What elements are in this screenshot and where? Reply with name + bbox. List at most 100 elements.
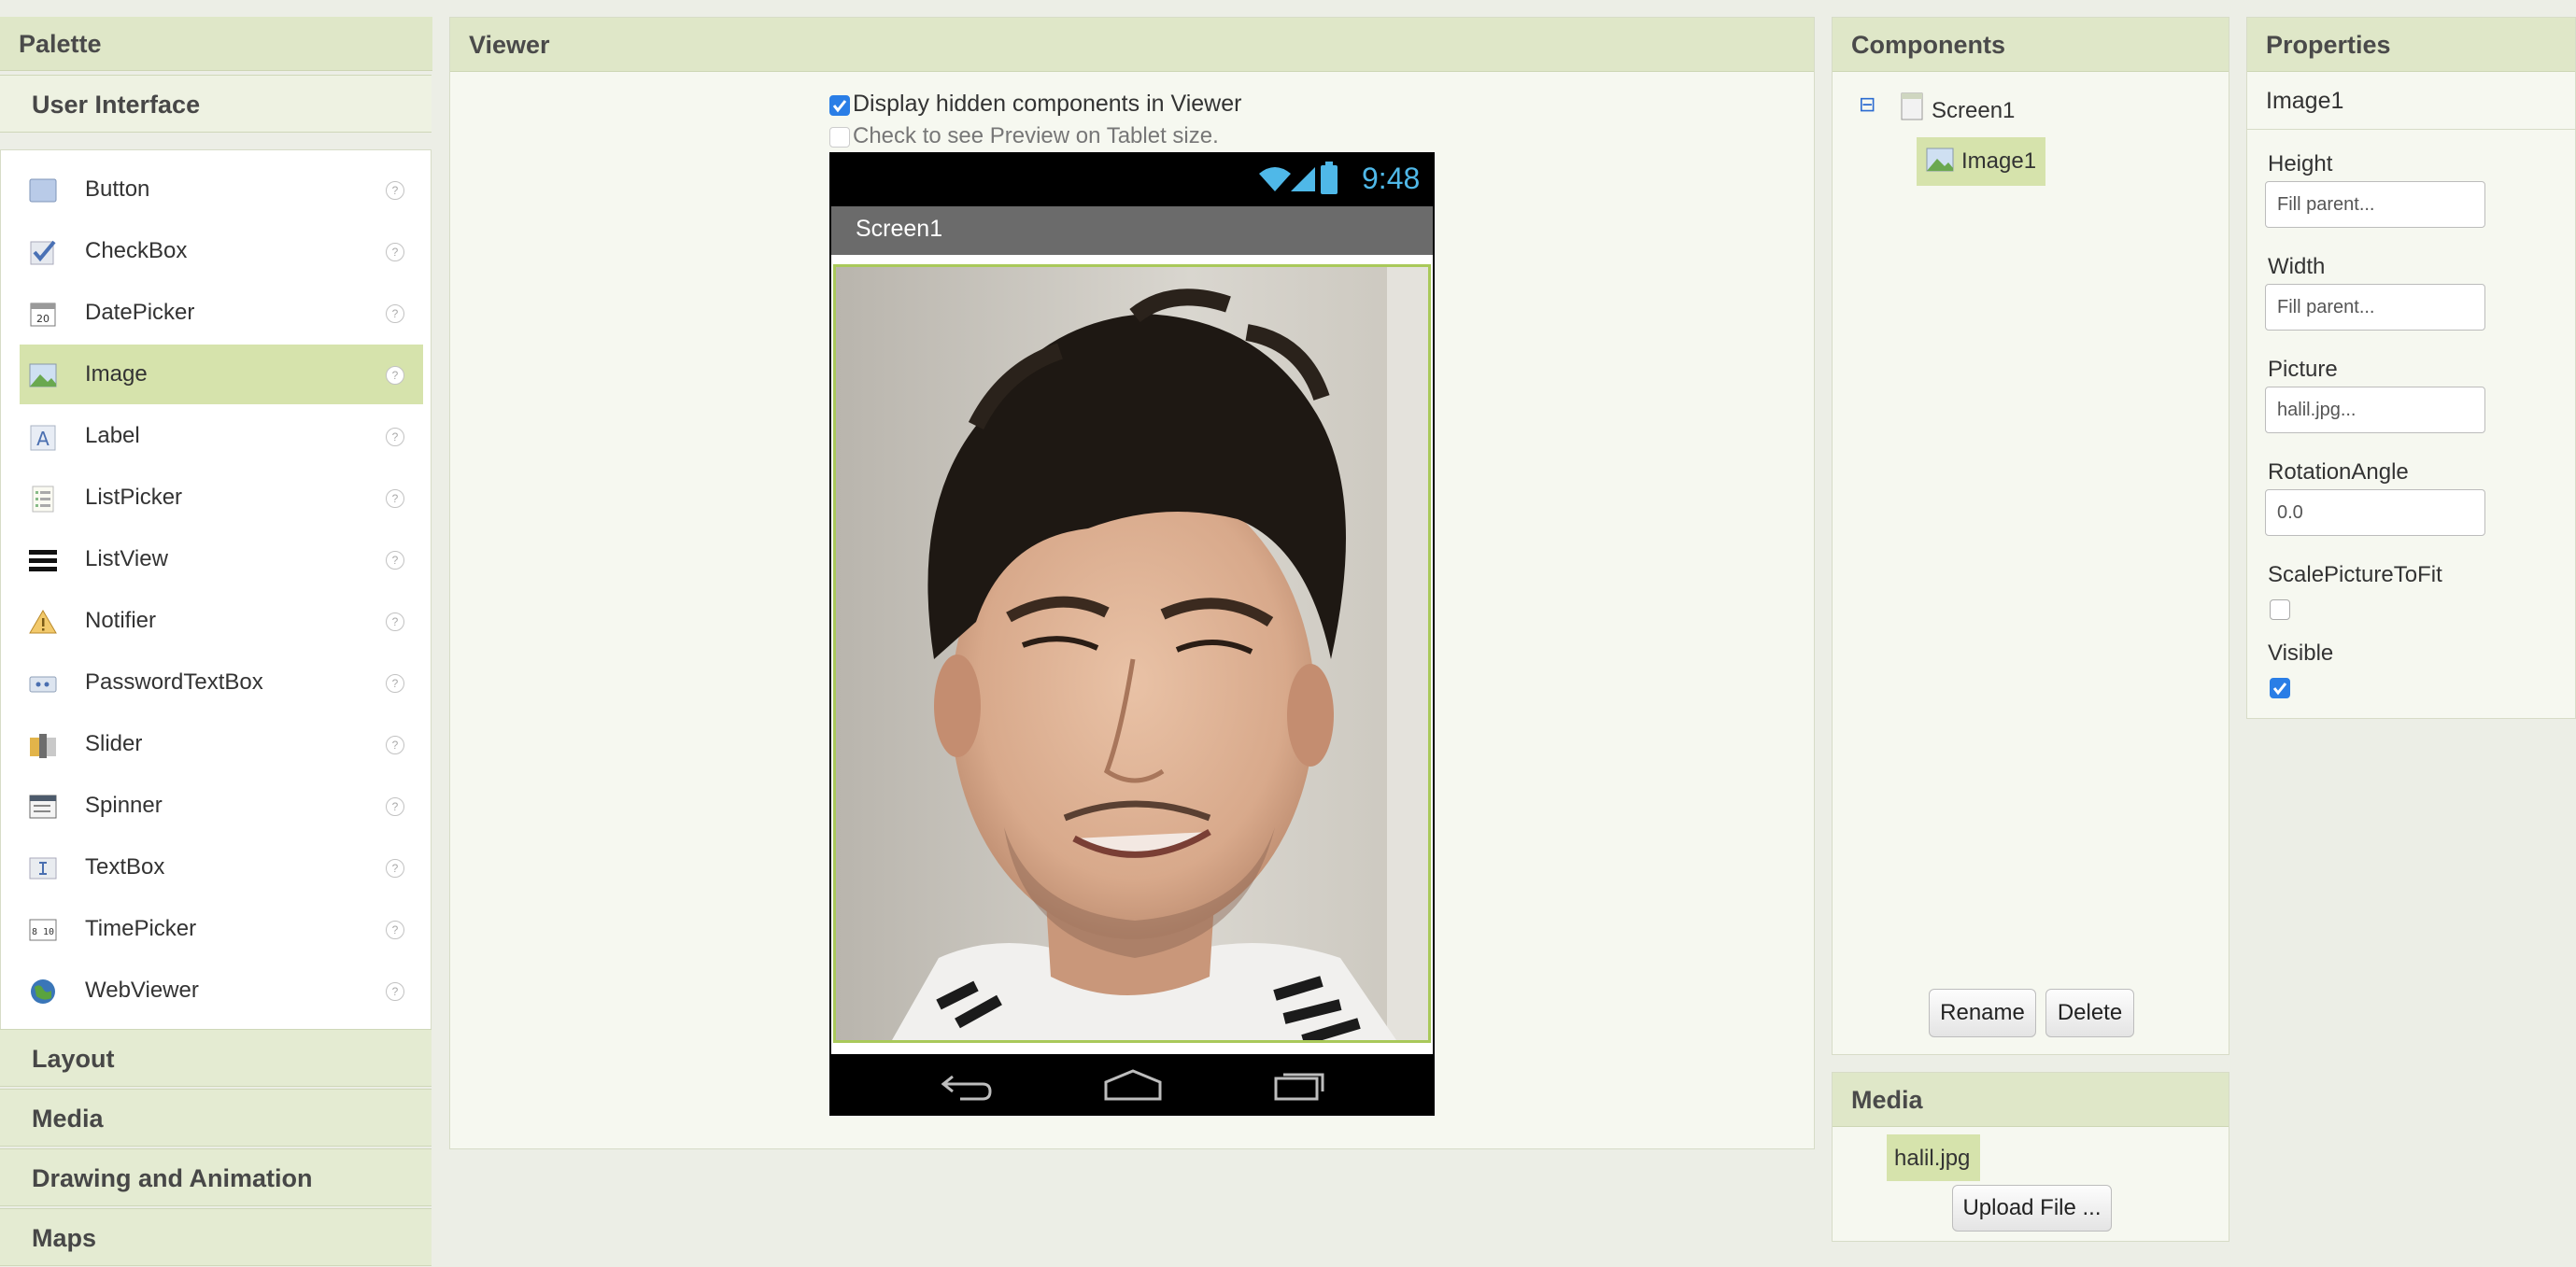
help-icon[interactable]: ? [386, 859, 404, 878]
palette-item-timepicker[interactable]: 8 10 TimePicker ? [20, 899, 423, 959]
palette-item-spinner[interactable]: Spinner ? [20, 776, 423, 836]
palette-item-webviewer[interactable]: WebViewer ? [20, 961, 423, 1021]
height-field[interactable]: Fill parent... [2265, 181, 2485, 228]
datepicker-icon: 20 [30, 303, 56, 327]
screen-title: Screen1 [856, 216, 943, 242]
recent-apps-icon[interactable] [1274, 1067, 1328, 1101]
palette-item-passwordtextbox[interactable]: PasswordTextBox ? [20, 653, 423, 712]
palette-item-notifier[interactable]: Notifier ? [20, 591, 423, 651]
palette-panel: Palette User Interface Button ? CheckBox… [0, 17, 432, 1266]
viewer-panel: Viewer Display hidden components in View… [449, 17, 1815, 1149]
category-media[interactable]: Media [0, 1089, 432, 1147]
help-icon[interactable]: ? [386, 921, 404, 939]
screen-icon [1901, 92, 1923, 120]
status-bar: 9:48 [829, 152, 1435, 206]
category-layout[interactable]: Layout [0, 1029, 432, 1087]
palette-item-label: TextBox [85, 854, 165, 880]
nav-bar [829, 1054, 1435, 1116]
back-icon[interactable] [941, 1071, 994, 1101]
tree-item-image1[interactable]: Image1 [1917, 137, 2045, 186]
palette-item-label[interactable]: A Label ? [20, 406, 423, 466]
palette-title: Palette [0, 17, 432, 71]
home-icon[interactable] [1104, 1069, 1162, 1101]
media-file-label: halil.jpg [1894, 1146, 1971, 1171]
properties-component-name: Image1 [2247, 72, 2576, 130]
palette-item-datepicker[interactable]: 20 DatePicker ? [20, 283, 423, 343]
help-icon[interactable]: ? [386, 982, 404, 1001]
palette-item-listpicker[interactable]: ListPicker ? [20, 468, 423, 528]
display-hidden-checkbox[interactable] [829, 95, 850, 116]
rename-button[interactable]: Rename [1929, 989, 2036, 1037]
timepicker-icon: 8 10 [29, 919, 57, 941]
button-icon [29, 178, 57, 203]
battery-icon [1321, 162, 1338, 194]
category-maps[interactable]: Maps [0, 1208, 432, 1266]
palette-item-label: CheckBox [85, 238, 188, 263]
palette-item-label: PasswordTextBox [85, 669, 263, 695]
slider-icon [30, 734, 56, 758]
help-icon[interactable]: ? [386, 304, 404, 323]
help-icon[interactable]: ? [386, 674, 404, 693]
picture-field[interactable]: halil.jpg... [2265, 387, 2485, 433]
listpicker-icon [32, 486, 54, 513]
help-icon[interactable]: ? [386, 736, 404, 754]
upload-file-button[interactable]: Upload File ... [1952, 1185, 2112, 1232]
svg-text:A: A [36, 428, 50, 450]
rotation-angle-field[interactable]: 0.0 [2265, 489, 2485, 536]
phone-preview: 9:48 Screen1 [829, 152, 1435, 1116]
tablet-preview-checkbox[interactable] [829, 127, 850, 148]
collapse-icon[interactable]: ⊟ [1859, 92, 1875, 117]
visible-label: Visible [2268, 641, 2334, 666]
scale-picture-to-fit-checkbox[interactable] [2270, 599, 2290, 620]
help-icon[interactable]: ? [386, 243, 404, 261]
palette-item-checkbox[interactable]: CheckBox ? [20, 221, 423, 281]
palette-item-label: DatePicker [85, 300, 195, 325]
timepicker-icon-text: 8 10 [32, 927, 54, 937]
palette-item-label: TimePicker [85, 916, 197, 941]
help-icon[interactable]: ? [386, 181, 404, 200]
help-icon[interactable]: ? [386, 366, 404, 385]
media-file-item[interactable]: halil.jpg [1887, 1134, 1980, 1181]
category-drawing-and-animation[interactable]: Drawing and Animation [0, 1148, 432, 1206]
webviewer-icon [31, 979, 55, 1004]
palette-item-listview[interactable]: ListView ? [20, 529, 423, 589]
datepicker-icon-text: 20 [36, 313, 50, 325]
media-panel: Media halil.jpg Upload File ... [1832, 1072, 2229, 1242]
status-time: 9:48 [1362, 162, 1421, 195]
visible-checkbox[interactable] [2270, 678, 2290, 698]
help-icon[interactable]: ? [386, 428, 404, 446]
height-label: Height [2268, 151, 2333, 176]
image-icon [1926, 148, 1954, 172]
help-icon[interactable]: ? [386, 612, 404, 631]
palette-item-label: Notifier [85, 608, 157, 633]
screen-title-bar: Screen1 [831, 206, 1433, 255]
textbox-icon [29, 857, 57, 880]
notifier-icon [29, 610, 57, 634]
viewer-title: Viewer [450, 18, 1814, 72]
image1-component[interactable] [833, 264, 1431, 1043]
palette-item-slider[interactable]: Slider ? [20, 714, 423, 774]
components-title: Components [1833, 18, 2229, 72]
properties-title: Properties [2247, 18, 2575, 72]
palette-item-label: ListView [85, 546, 168, 571]
palette-item-list: Button ? CheckBox ? 20 DatePicker ? Imag… [0, 149, 432, 1046]
palette-item-textbox[interactable]: TextBox ? [20, 838, 423, 897]
scale-picture-to-fit-label: ScalePictureToFit [2268, 562, 2442, 587]
wifi-icon [1259, 167, 1291, 191]
palette-item-label: Spinner [85, 793, 163, 818]
tree-item-label: Image1 [1961, 148, 2037, 174]
help-icon[interactable]: ? [386, 489, 404, 508]
image-icon [29, 363, 57, 387]
width-label: Width [2268, 254, 2326, 279]
palette-item-image[interactable]: Image ? [20, 345, 423, 404]
category-user-interface[interactable]: User Interface [0, 75, 432, 133]
palette-item-button[interactable]: Button ? [20, 160, 423, 219]
palette-item-label: ListPicker [85, 485, 183, 510]
portrait-photo [836, 267, 1428, 1040]
tree-item-screen1[interactable]: Screen1 [1932, 98, 2015, 124]
delete-button[interactable]: Delete [2045, 989, 2134, 1037]
width-field[interactable]: Fill parent... [2265, 284, 2485, 331]
help-icon[interactable]: ? [386, 551, 404, 570]
help-icon[interactable]: ? [386, 797, 404, 816]
picture-label: Picture [2268, 357, 2338, 382]
